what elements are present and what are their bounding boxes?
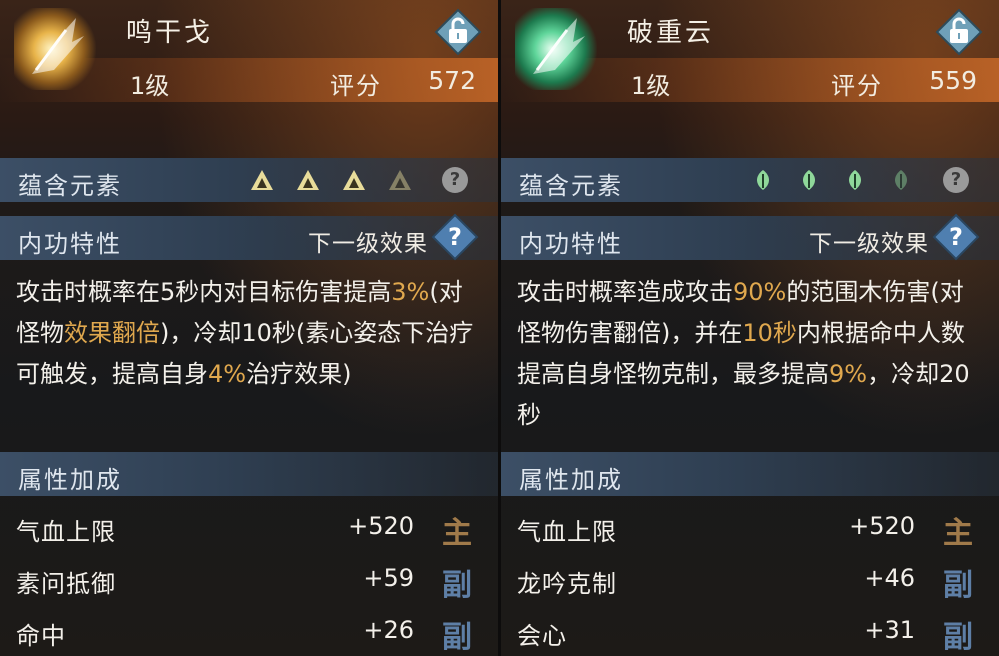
item-name: 破重云 xyxy=(627,18,715,48)
lock-button[interactable] xyxy=(935,8,983,56)
score-value: 572 xyxy=(428,66,476,95)
highlight-value: 10秒 xyxy=(742,319,797,347)
leaf-rune-icon xyxy=(797,168,821,192)
attributes-section-title: 属性加成 xyxy=(18,466,122,494)
element-help-icon[interactable]: ? xyxy=(442,167,468,193)
mountain-rune-icon xyxy=(250,168,274,192)
mountain-rune-icon xyxy=(296,168,320,192)
item-level: 1级 xyxy=(631,72,671,100)
description-text: 攻击时概率造成攻击 xyxy=(517,278,733,306)
stat-value: +31 xyxy=(864,616,915,644)
svg-text:?: ? xyxy=(949,223,963,251)
item-level: 1级 xyxy=(130,72,170,100)
secondary-stat-tag: 副 xyxy=(943,620,973,655)
element-help-icon[interactable]: ? xyxy=(943,167,969,193)
stat-value: +520 xyxy=(849,512,915,540)
stat-value: +46 xyxy=(864,564,915,592)
trait-description: 攻击时概率造成攻击90%的范围木伤害(对怪物伤害翻倍)，并在10秒内根据命中人数… xyxy=(517,272,987,436)
stat-value: +26 xyxy=(363,616,414,644)
stat-value: +59 xyxy=(363,564,414,592)
svg-text:?: ? xyxy=(448,223,462,251)
mountain-rune-icon xyxy=(342,168,366,192)
primary-stat-tag: 主 xyxy=(943,516,973,551)
highlight-value: 效果翻倍 xyxy=(64,319,160,347)
secondary-stat-tag: 副 xyxy=(442,620,472,655)
lock-button[interactable] xyxy=(434,8,482,56)
stat-name: 龙吟克制 xyxy=(517,570,617,598)
stat-value: +520 xyxy=(348,512,414,540)
mountain-rune-icon xyxy=(388,168,412,192)
leaf-rune-icon xyxy=(843,168,867,192)
secondary-stat-tag: 副 xyxy=(442,568,472,603)
elements-section-title: 蕴含元素 xyxy=(519,172,623,200)
secondary-stat-tag: 副 xyxy=(943,568,973,603)
traits-section-title: 内功特性 xyxy=(18,230,122,258)
neigong-card: 破重云 1级 评分 559 蕴含元素 ? 内功特性 下一级效果 ? 攻击时概率造… xyxy=(501,0,999,656)
neigong-card: 鸣干戈 1级 评分 572 蕴含元素 ? 内功特性 下一级效果 ? 攻击时概率在… xyxy=(0,0,498,656)
traits-section-title: 内功特性 xyxy=(519,230,623,258)
highlight-value: 90% xyxy=(733,278,787,306)
neigong-item-icon[interactable] xyxy=(515,8,597,90)
next-level-effect-label[interactable]: 下一级效果 xyxy=(308,224,428,258)
stat-name: 会心 xyxy=(517,622,567,650)
stat-name: 气血上限 xyxy=(16,518,116,546)
help-icon[interactable]: ? xyxy=(430,212,480,262)
leaf-rune-icon xyxy=(889,168,913,192)
attributes-section-title: 属性加成 xyxy=(519,466,623,494)
description-text: 攻击时概率在5秒内对目标伤害提高 xyxy=(16,278,392,306)
highlight-value: 9% xyxy=(829,360,868,388)
next-level-effect-label[interactable]: 下一级效果 xyxy=(809,224,929,258)
primary-stat-tag: 主 xyxy=(442,516,472,551)
score-label: 评分 xyxy=(330,72,382,100)
neigong-item-icon[interactable] xyxy=(14,8,96,90)
elements-section-title: 蕴含元素 xyxy=(18,172,122,200)
highlight-value: 4% xyxy=(208,360,247,388)
leaf-rune-icon xyxy=(751,168,775,192)
stat-name: 气血上限 xyxy=(517,518,617,546)
description-text: 治疗效果) xyxy=(246,360,352,388)
score-value: 559 xyxy=(929,66,977,95)
score-label: 评分 xyxy=(831,72,883,100)
highlight-value: 3% xyxy=(391,278,430,306)
item-name: 鸣干戈 xyxy=(126,18,214,48)
stat-name: 素问抵御 xyxy=(16,570,116,598)
trait-description: 攻击时概率在5秒内对目标伤害提高3%(对怪物效果翻倍)，冷却10秒(素心姿态下治… xyxy=(16,272,486,395)
help-icon[interactable]: ? xyxy=(931,212,981,262)
stat-name: 命中 xyxy=(16,622,66,650)
